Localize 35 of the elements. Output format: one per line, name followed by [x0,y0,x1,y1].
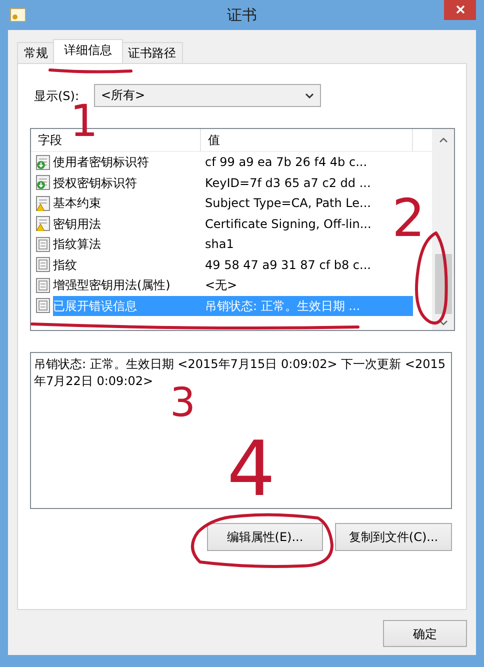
field-name[interactable]: 基本约束 [53,194,101,212]
close-button[interactable] [444,0,476,20]
document-icon [36,257,50,272]
field-value[interactable]: cf 99 a9 ea 7b 26 f4 4b c... [201,152,413,172]
certificate-icon [10,8,26,22]
tab[interactable]: 详细信息 [53,39,123,63]
field-name[interactable]: 授权密钥标识符 [53,174,137,192]
scroll-up-icon[interactable] [438,137,448,143]
chevron-icon [305,92,314,98]
column-header[interactable]: 值 [201,129,413,151]
document-warning-icon [36,196,50,211]
window-title: 证书 [227,6,257,24]
field-value[interactable]: 49 58 47 a9 31 87 cf b8 c... [201,254,413,275]
field-value[interactable]: <无> [201,275,413,296]
field-name[interactable]: 增强型密钥用法(属性) [53,276,170,294]
field-name[interactable]: 使用者密钥标识符 [53,153,149,172]
field-name[interactable]: 指纹算法 [53,235,101,254]
field-name[interactable]: 密钥用法 [53,214,101,233]
edit-properties-button[interactable]: 编辑属性(E)... [207,523,323,551]
scroll-down-icon[interactable] [438,320,448,326]
tab[interactable]: 常规 [17,42,55,63]
document-icon [36,298,50,314]
scrollbar[interactable] [432,129,454,330]
annotation-number: 4 [227,431,276,507]
close-icon [456,4,464,14]
document-icon [36,236,50,252]
show-label: 显示(S): [33,88,80,104]
document-icon [36,278,50,293]
copy-to-file-button[interactable]: 复制到文件(C)... [335,523,452,551]
show-dropdown[interactable]: <所有> [94,84,321,107]
annotation-number: 3 [170,380,196,426]
document-warning-icon [36,216,50,232]
tab[interactable]: 证书路径 [121,42,183,63]
field-name[interactable]: 指纹 [53,256,77,274]
ok-button[interactable]: 确定 [383,620,467,647]
